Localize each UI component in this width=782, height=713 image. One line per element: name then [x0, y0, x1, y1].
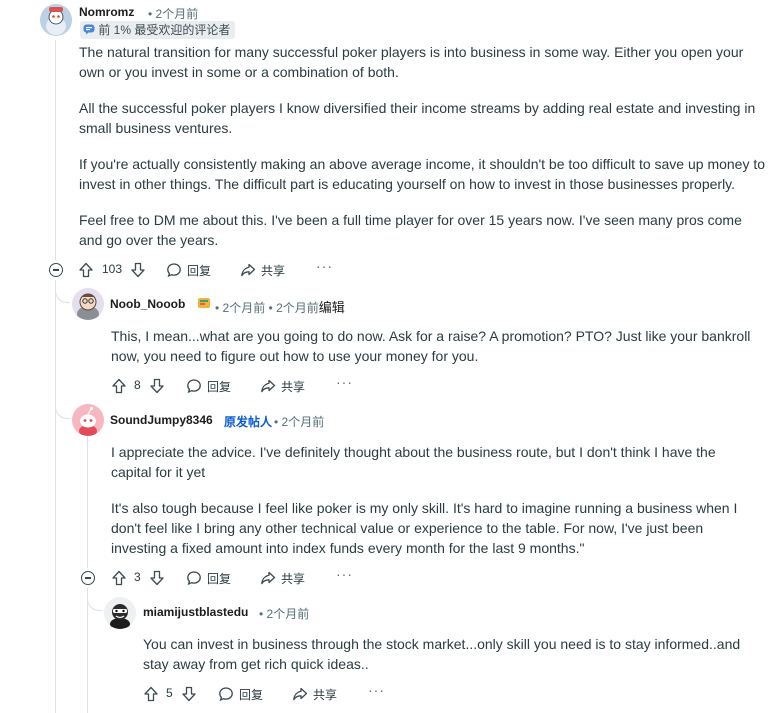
thread-line-level2 — [87, 436, 88, 568]
comment-author[interactable]: SoundJumpy8346 — [110, 413, 213, 427]
thread-line-root — [55, 40, 56, 260]
reply-label: 回复 — [239, 687, 264, 702]
comment-paragraph: I appreciate the advice. I've definitely… — [111, 444, 716, 480]
upvote-button[interactable] — [111, 566, 127, 590]
share-label: 共享 — [281, 379, 306, 394]
more-options-button[interactable]: ··· — [336, 566, 353, 582]
comment-paragraph: Feel free to DM me about this. I've been… — [79, 212, 742, 248]
comment-action-bar: 5 回复 共享 ··· — [143, 682, 443, 706]
reply-label: 回复 — [207, 379, 232, 394]
user-flair-text: 前 1% 最受欢迎的评论者 — [98, 23, 231, 37]
downvote-arrow-icon — [131, 262, 145, 278]
comment-author[interactable]: miamijustblastedu — [143, 605, 248, 619]
avatar[interactable] — [72, 288, 104, 320]
comment-paragraph: It's also tough because I feel like poke… — [111, 500, 738, 556]
share-button[interactable]: 共享 — [260, 566, 305, 590]
share-button[interactable]: 共享 — [240, 258, 285, 282]
avatar[interactable] — [72, 404, 104, 436]
comment-timestamp[interactable]: • 2个月前 — [259, 605, 309, 622]
vote-score: 8 — [134, 378, 141, 392]
collapse-minus-icon[interactable] — [81, 571, 95, 585]
comment-action-bar: 3 回复 共享 ··· — [111, 566, 411, 590]
vote-score: 3 — [134, 570, 141, 584]
share-label: 共享 — [313, 687, 338, 702]
speech-bubble-icon — [187, 379, 201, 394]
share-arrow-icon — [261, 379, 276, 393]
speech-bubble-icon — [219, 687, 233, 702]
more-options-button[interactable]: ··· — [316, 258, 333, 274]
thread-line-level1 — [55, 280, 56, 713]
upvote-arrow-icon — [144, 686, 158, 702]
vote-score: 103 — [102, 262, 123, 276]
comment-paragraph: The natural transition for many successf… — [79, 44, 744, 80]
thread-elbow-miami — [87, 590, 102, 611]
reply-button[interactable]: 回复 — [186, 374, 231, 398]
thread-elbow-soundjumpy — [55, 398, 70, 419]
snoovatar-badge-icon — [198, 298, 210, 308]
chat-badge-icon — [83, 24, 95, 35]
edited-label: 编辑 — [318, 300, 345, 315]
comment-paragraph: You can invest in business through the s… — [143, 636, 741, 672]
comment-paragraph: All the successful poker players I know … — [79, 100, 756, 136]
downvote-button[interactable] — [149, 566, 165, 590]
speech-bubble-icon — [167, 263, 181, 278]
upvote-button[interactable] — [78, 258, 94, 282]
op-badge: 原发帖人 — [224, 415, 273, 429]
comment-timestamp[interactable]: • 2个月前 • 2个月前编辑 — [215, 297, 345, 316]
more-options-button[interactable]: ··· — [336, 374, 353, 390]
comment-action-bar: 103 回复 共享 ··· — [78, 258, 378, 282]
more-options-button[interactable]: ··· — [368, 682, 385, 698]
share-label: 共享 — [281, 571, 306, 586]
share-button[interactable]: 共享 — [260, 374, 305, 398]
reply-button[interactable]: 回复 — [186, 566, 231, 590]
vote-score: 5 — [166, 686, 173, 700]
comment-timestamp[interactable]: • 2个月前 — [148, 5, 198, 22]
snoovatar-icon — [104, 597, 136, 629]
upvote-arrow-icon — [112, 378, 126, 394]
upvote-arrow-icon — [112, 570, 126, 586]
snoovatar-icon — [72, 288, 104, 320]
share-arrow-icon — [293, 687, 308, 701]
avatar[interactable] — [40, 4, 72, 36]
avatar[interactable] — [104, 597, 136, 629]
upvote-button[interactable] — [111, 374, 127, 398]
collapse-minus-icon[interactable] — [49, 263, 63, 277]
comment-paragraph: If you're actually consistently making a… — [79, 156, 766, 192]
user-flair: 前 1% 最受欢迎的评论者 — [80, 21, 236, 39]
share-arrow-icon — [261, 571, 276, 585]
downvote-arrow-icon — [182, 686, 196, 702]
comment-timestamp[interactable]: • 2个月前 — [274, 413, 324, 430]
downvote-arrow-icon — [150, 378, 164, 394]
comment-timestamp-text: • 2个月前 • 2个月前 — [215, 301, 319, 315]
downvote-arrow-icon — [150, 570, 164, 586]
reply-label: 回复 — [187, 263, 212, 278]
comment-author[interactable]: Nomromz — [79, 5, 134, 19]
downvote-button[interactable] — [149, 374, 165, 398]
upvote-arrow-icon — [79, 262, 93, 278]
reply-label: 回复 — [207, 571, 232, 586]
reply-button[interactable]: 回复 — [218, 682, 263, 706]
snoovatar-icon — [72, 404, 104, 436]
upvote-button[interactable] — [143, 682, 159, 706]
comment-paragraph: This, I mean...what are you going to do … — [111, 328, 751, 364]
downvote-button[interactable] — [181, 682, 197, 706]
downvote-button[interactable] — [130, 258, 146, 282]
snoovatar-icon — [40, 4, 72, 36]
comment-action-bar: 8 回复 共享 ··· — [111, 374, 411, 398]
reply-button[interactable]: 回复 — [166, 258, 211, 282]
share-button[interactable]: 共享 — [292, 682, 337, 706]
thread-elbow-noob — [55, 282, 70, 303]
comment-author[interactable]: Noob_Nooob — [110, 297, 185, 311]
thread-line-level2-lower — [87, 588, 88, 713]
share-arrow-icon — [241, 263, 256, 277]
share-label: 共享 — [261, 263, 286, 278]
speech-bubble-icon — [187, 571, 201, 586]
